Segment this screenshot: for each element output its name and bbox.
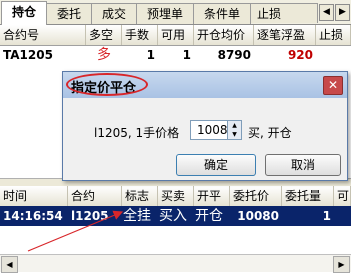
limit-close-dialog: 指定价平仓 ✕ l1205, 1手价格 10080 ▲ ▼ 买, 开仓 确定 取…	[62, 71, 348, 181]
stepper-buttons: ▲ ▼	[227, 121, 241, 139]
col-available[interactable]: 可用	[158, 25, 194, 45]
orders-header: 时间 合约 标志 买卖 开平 委托价 委托量 可	[0, 186, 351, 207]
tab-stop-loss[interactable]: 止损	[250, 3, 318, 23]
cell-extra	[334, 206, 351, 226]
col-openclose[interactable]: 开平	[194, 186, 230, 206]
positions-header: 合约号 多空 手数 可用 开仓均价 逐笔浮盈 止损	[0, 25, 351, 46]
confirm-button[interactable]: 确定	[176, 154, 256, 176]
col-order-price[interactable]: 委托价	[230, 186, 282, 206]
close-icon[interactable]: ✕	[323, 76, 343, 95]
orders-grid: 时间 合约 标志 买卖 开平 委托价 委托量 可 14:16:54 l1205 …	[0, 186, 351, 254]
tab-scroll-right-icon[interactable]: ▶	[335, 4, 350, 21]
scroll-left-icon[interactable]: ◀	[1, 256, 18, 273]
cell-avg-price: 8790	[217, 48, 251, 62]
cell-stop	[316, 45, 351, 65]
tab-trades[interactable]: 成交	[91, 3, 137, 24]
col-lots[interactable]: 手数	[122, 25, 158, 45]
cell-contract: TA1205	[3, 48, 53, 62]
col-side[interactable]: 买卖	[158, 186, 194, 206]
stepper-up-icon[interactable]: ▲	[227, 121, 241, 130]
tab-scroll-buttons: ◀ ▶	[319, 4, 350, 21]
cell-order-contract: l1205	[71, 209, 109, 223]
order-side-label: 买, 开仓	[248, 126, 292, 140]
col-avg-price[interactable]: 开仓均价	[194, 25, 254, 45]
price-label: l1205, 1手价格	[94, 126, 180, 140]
stepper-down-icon[interactable]: ▼	[227, 130, 241, 139]
cell-lots: 1	[146, 48, 155, 62]
cell-time: 14:16:54	[3, 209, 63, 223]
horizontal-scrollbar[interactable]: ◀ ▶	[0, 254, 351, 273]
col-extra[interactable]: 可	[334, 186, 351, 206]
col-time[interactable]: 时间	[0, 186, 68, 206]
col-direction[interactable]: 多空	[86, 25, 122, 45]
tab-strip: 持仓 委托 成交 预埋单 条件单 止损 ◀ ▶	[0, 0, 351, 25]
col-order-qty[interactable]: 委托量	[282, 186, 334, 206]
table-row[interactable]: 14:16:54 l1205 全挂 买入 开仓 10080 1	[0, 206, 351, 226]
cell-available: 1	[182, 48, 191, 62]
tab-conditional-orders[interactable]: 条件单	[193, 3, 251, 24]
col-order-contract[interactable]: 合约	[68, 186, 122, 206]
col-flag[interactable]: 标志	[122, 186, 158, 206]
title-highlight-ellipse	[66, 73, 148, 96]
col-stop[interactable]: 止损	[316, 25, 351, 45]
cell-direction: 多	[97, 47, 111, 63]
scroll-right-icon[interactable]: ▶	[333, 256, 350, 273]
cell-order-price: 10080	[237, 209, 279, 223]
cancel-button[interactable]: 取消	[265, 154, 341, 176]
tab-preset-orders[interactable]: 预埋单	[136, 3, 194, 24]
price-stepper[interactable]: 10080 ▲ ▼	[190, 120, 242, 140]
cell-pnl: 920	[287, 48, 313, 62]
table-row[interactable]: TA1205 多 1 1 8790 920	[0, 45, 351, 65]
col-contract[interactable]: 合约号	[0, 25, 86, 45]
tab-positions[interactable]: 持仓	[1, 1, 47, 25]
dialog-titlebar[interactable]: 指定价平仓 ✕	[63, 72, 347, 98]
cell-side: 买入	[159, 208, 187, 224]
cell-order-qty: 1	[322, 209, 331, 223]
cell-openclose: 开仓	[195, 208, 223, 224]
tab-orders[interactable]: 委托	[46, 3, 92, 24]
cell-flag: 全挂	[123, 208, 151, 224]
col-pnl[interactable]: 逐笔浮盈	[254, 25, 316, 45]
tab-scroll-left-icon[interactable]: ◀	[319, 4, 334, 21]
